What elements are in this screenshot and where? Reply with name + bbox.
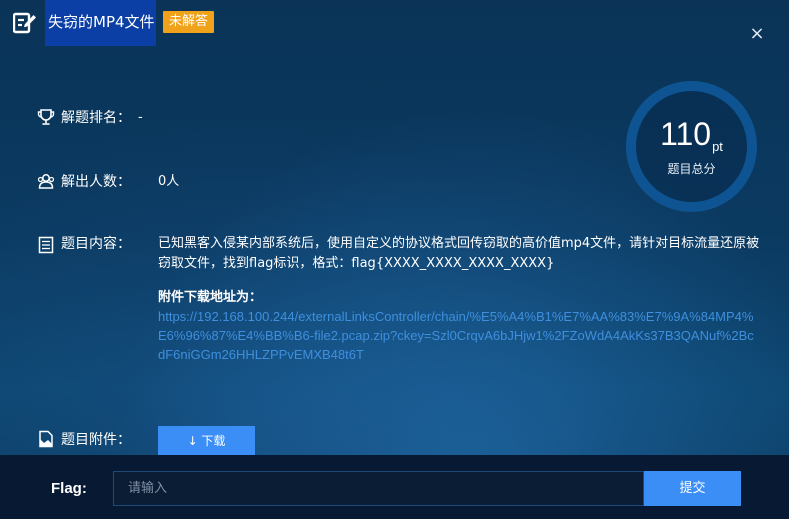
document-list-icon: [38, 236, 54, 254]
flag-label: Flag:: [51, 480, 87, 497]
challenge-title: 失窃的MP4文件: [48, 13, 155, 31]
attachment-url-link[interactable]: https://192.168.100.244/externalLinksCon…: [158, 307, 760, 364]
score-ring: 110pt 题目总分: [626, 81, 757, 212]
challenge-modal: 失窃的MP4文件 未解答 × 110pt 题目总分 解题排名： - 解出人数： …: [0, 0, 789, 519]
download-button[interactable]: ↓ 下载: [158, 426, 255, 456]
modal-header: 失窃的MP4文件 未解答 ×: [0, 0, 789, 46]
solvers-label: 解出人数：: [61, 174, 131, 190]
users-icon: [37, 174, 55, 189]
close-button[interactable]: ×: [747, 24, 767, 44]
file-icon: [39, 430, 53, 448]
flag-input[interactable]: [113, 471, 644, 506]
score-value: 110pt: [636, 117, 747, 164]
attachment-url-title: 附件下载地址为：: [158, 290, 263, 305]
solvers-value: 0人: [158, 174, 180, 189]
score-number: 110: [660, 116, 712, 152]
challenge-description: 已知黑客入侵某内部系统后，使用自定义的协议格式回传窃取的高价值mp4文件，请针对…: [158, 236, 760, 271]
content-label: 题目内容：: [61, 236, 131, 252]
score-unit: pt: [712, 139, 723, 154]
attachment-label: 题目附件：: [61, 432, 131, 448]
score-label: 题目总分: [667, 162, 716, 176]
edit-document-icon: [13, 12, 36, 34]
rank-label: 解题排名：: [61, 110, 131, 126]
submit-button[interactable]: 提交: [644, 471, 741, 506]
status-badge: 未解答: [163, 11, 215, 33]
trophy-icon: [37, 109, 55, 125]
rank-value: -: [138, 110, 143, 125]
flag-submit-bar: Flag: 提交: [0, 455, 789, 519]
